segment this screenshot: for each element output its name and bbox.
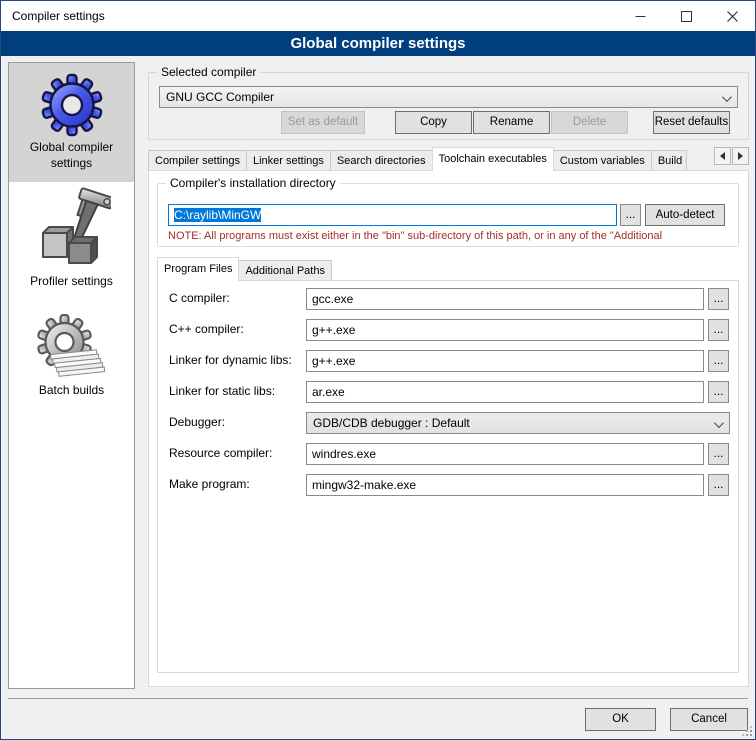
install-dir-group: Compiler's installation directory C:\ray… <box>157 183 739 247</box>
compiler-select[interactable]: GNU GCC Compiler <box>159 86 738 108</box>
close-button[interactable] <box>709 1 755 31</box>
debugger-label: Debugger: <box>169 415 225 429</box>
chevron-down-icon <box>722 92 732 102</box>
gear-stack-icon <box>36 314 108 380</box>
settings-tabstrip: Compiler settings Linker settings Search… <box>148 147 749 171</box>
make-program-browse-button[interactable]: ... <box>708 474 729 496</box>
chevron-down-icon <box>714 418 724 428</box>
tab-search-directories[interactable]: Search directories <box>330 150 433 171</box>
toolchain-executables-panel: Compiler's installation directory C:\ray… <box>148 170 749 687</box>
tab-scroll-right-icon <box>738 152 743 160</box>
tab-scroll-left-button[interactable] <box>714 147 731 165</box>
linker-dynamic-label: Linker for dynamic libs: <box>169 353 292 367</box>
tab-additional-paths[interactable]: Additional Paths <box>238 260 332 281</box>
settings-category-list: Global compiler settings <box>8 62 135 689</box>
c-compiler-input[interactable] <box>306 288 704 310</box>
caliper-icon <box>33 187 111 271</box>
delete-button[interactable]: Delete <box>551 111 628 134</box>
program-files-page: C compiler: ... C++ compiler: ... Linker… <box>157 280 739 673</box>
close-icon <box>727 11 738 22</box>
make-program-label: Make program: <box>169 477 250 491</box>
c-compiler-browse-button[interactable]: ... <box>708 288 729 310</box>
cpp-compiler-input[interactable] <box>306 319 704 341</box>
sidebar-item-label: Batch builds <box>35 383 108 399</box>
debugger-select[interactable]: GDB/CDB debugger : Default <box>306 412 730 434</box>
copy-button[interactable]: Copy <box>395 111 472 134</box>
tab-program-files[interactable]: Program Files <box>157 257 239 281</box>
sidebar-item-label: Profiler settings <box>26 274 117 290</box>
c-compiler-label: C compiler: <box>169 291 230 305</box>
linker-dynamic-browse-button[interactable]: ... <box>708 350 729 372</box>
tab-scroll-left-icon <box>720 152 725 160</box>
selected-compiler-group: Selected compiler GNU GCC Compiler Set a… <box>148 72 749 140</box>
blue-gear-icon <box>40 73 104 137</box>
tab-scroll-right-button[interactable] <box>732 147 749 165</box>
compiler-select-value: GNU GCC Compiler <box>166 90 274 104</box>
resource-compiler-input[interactable] <box>306 443 704 465</box>
maximize-button[interactable] <box>663 1 709 31</box>
install-dir-browse-button[interactable]: ... <box>620 204 641 226</box>
sidebar-item-global-compiler-settings[interactable]: Global compiler settings <box>9 63 134 182</box>
window-title: Compiler settings <box>1 9 617 23</box>
resize-grip[interactable] <box>741 725 753 737</box>
install-dir-input[interactable]: C:\raylib\MinGW <box>168 204 617 226</box>
install-dir-group-label: Compiler's installation directory <box>166 176 340 190</box>
maximize-icon <box>681 11 692 22</box>
tab-compiler-settings[interactable]: Compiler settings <box>148 150 247 171</box>
linker-static-input[interactable] <box>306 381 704 403</box>
cpp-compiler-label: C++ compiler: <box>169 322 244 336</box>
dialog-body: Global compiler settings <box>1 56 755 739</box>
selected-compiler-group-label: Selected compiler <box>157 65 260 79</box>
footer-divider <box>8 698 748 699</box>
resource-compiler-browse-button[interactable]: ... <box>708 443 729 465</box>
debugger-select-value: GDB/CDB debugger : Default <box>313 416 470 430</box>
page-title: Global compiler settings <box>1 31 755 56</box>
compiler-settings-dialog: Compiler settings Global compiler settin… <box>0 0 756 740</box>
titlebar: Compiler settings <box>1 1 755 31</box>
rename-button[interactable]: Rename <box>473 111 550 134</box>
linker-static-browse-button[interactable]: ... <box>708 381 729 403</box>
tab-custom-variables[interactable]: Custom variables <box>553 150 652 171</box>
tab-linker-settings[interactable]: Linker settings <box>246 150 331 171</box>
reset-defaults-button[interactable]: Reset defaults <box>653 111 730 134</box>
cancel-button[interactable]: Cancel <box>670 708 748 731</box>
linker-static-label: Linker for static libs: <box>169 384 275 398</box>
autodetect-button[interactable]: Auto-detect <box>645 204 725 226</box>
cpp-compiler-browse-button[interactable]: ... <box>708 319 729 341</box>
resource-compiler-label: Resource compiler: <box>169 446 272 460</box>
minimize-button[interactable] <box>617 1 663 31</box>
tab-build-options-truncated[interactable]: Build options <box>651 150 687 171</box>
bin-subdirectory-note: NOTE: All programs must exist either in … <box>168 230 737 242</box>
program-files-tabstrip: Program Files Additional Paths <box>157 257 331 281</box>
make-program-input[interactable] <box>306 474 704 496</box>
tab-toolchain-executables[interactable]: Toolchain executables <box>432 147 554 171</box>
sidebar-item-batch-builds[interactable]: Batch builds <box>9 294 134 418</box>
sidebar-item-label: Global compiler settings <box>9 140 134 171</box>
linker-dynamic-input[interactable] <box>306 350 704 372</box>
install-dir-selected-text: C:\raylib\MinGW <box>174 208 261 222</box>
minimize-icon <box>635 11 646 22</box>
ok-button[interactable]: OK <box>585 708 656 731</box>
set-as-default-button[interactable]: Set as default <box>281 111 365 134</box>
sidebar-item-profiler-settings[interactable]: Profiler settings <box>9 182 134 294</box>
tab-scroll-arrows <box>714 147 749 165</box>
